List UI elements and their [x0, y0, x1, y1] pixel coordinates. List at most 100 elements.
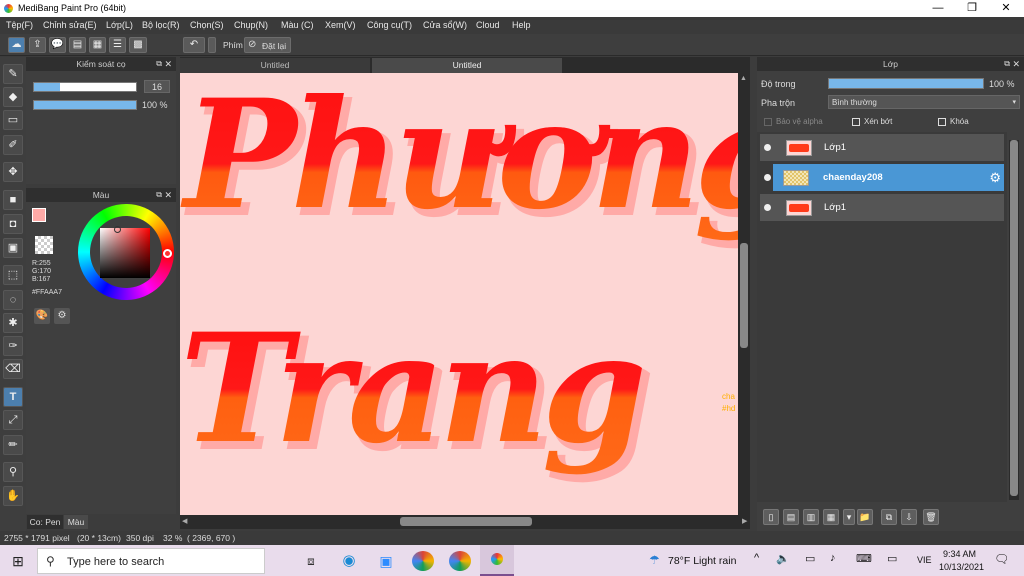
sv-cursor[interactable]	[114, 226, 121, 233]
eyedropper-icon[interactable]: ⚲	[3, 462, 23, 482]
mic-icon[interactable]: ♪	[830, 552, 836, 564]
horizontal-scroll-thumb[interactable]	[400, 517, 532, 526]
popout-icon[interactable]: ⧉	[1004, 57, 1010, 71]
slider-handle[interactable]	[208, 37, 216, 53]
medibang-taskbar-button[interactable]	[480, 545, 514, 576]
menu-color[interactable]: Màu (C)	[281, 20, 314, 30]
weather-icon[interactable]: ☂	[649, 553, 660, 567]
layer-scroll-thumb[interactable]	[1010, 140, 1018, 496]
vertical-scrollbar[interactable]: ▲	[738, 73, 750, 515]
new-1bit-layer-icon[interactable]: ▦	[823, 509, 839, 525]
close-icon[interactable]: ✕	[164, 188, 172, 202]
lock-checkbox[interactable]	[938, 118, 946, 126]
hue-cursor[interactable]	[163, 249, 172, 258]
cloud-icon[interactable]: ☁	[8, 37, 25, 53]
layer-opacity-slider[interactable]	[828, 78, 984, 89]
add-layer-dropdown-icon[interactable]: ▾	[843, 509, 855, 525]
bucket-tool-icon[interactable]: ◘	[3, 214, 23, 234]
zoom-app-icon[interactable]: ▣	[376, 551, 396, 571]
foreground-color-swatch[interactable]	[32, 208, 46, 222]
rectangle-tool-icon[interactable]: ▭	[3, 110, 23, 130]
tab-untitled-2[interactable]: Untitled	[372, 58, 562, 73]
close-icon[interactable]: ✕	[164, 57, 172, 71]
scroll-up-icon[interactable]: ▲	[740, 75, 747, 82]
menu-capture[interactable]: Chụp(N)	[234, 20, 268, 30]
share-icon[interactable]: ⇪	[29, 37, 46, 53]
fill-rect-tool-icon[interactable]: ■	[3, 190, 23, 210]
tab-brush[interactable]: Co: Pen	[27, 515, 63, 529]
brush-size-slider[interactable]	[33, 82, 137, 92]
brush-size-value[interactable]: 16	[144, 80, 170, 93]
eraser-tool-icon[interactable]: ◆	[3, 87, 23, 107]
chevron-up-icon[interactable]: ^	[754, 552, 759, 564]
windows-start-icon[interactable]: ⊞	[8, 551, 28, 571]
dropper-tool-icon[interactable]: ✏	[3, 435, 23, 455]
layer-row[interactable]: Lớp1	[760, 134, 1004, 162]
reset-button[interactable]: ⊘ Đặt lại	[244, 37, 291, 53]
duplicate-layer-icon[interactable]: ⧉	[881, 509, 897, 525]
clipping-checkbox[interactable]	[852, 118, 860, 126]
trash-icon[interactable]: 🗑	[923, 509, 939, 525]
menu-window[interactable]: Cửa sổ(W)	[423, 20, 467, 30]
task-view-icon[interactable]: ⧈	[301, 551, 321, 571]
message-icon[interactable]: ▤	[69, 37, 86, 53]
scroll-left-icon[interactable]: ◀	[182, 517, 187, 525]
operation-tool-icon[interactable]: ⤢	[3, 410, 23, 430]
popout-icon[interactable]: ⧉	[156, 57, 162, 71]
visibility-eye-icon[interactable]	[764, 144, 771, 151]
popout-icon[interactable]: ⧉	[156, 188, 162, 202]
menu-filter[interactable]: Bộ lọc(R)	[142, 20, 180, 30]
horizontal-scrollbar[interactable]: ◀ ▶	[180, 515, 750, 529]
gear-icon[interactable]: ⚙	[989, 170, 1001, 186]
palette-add-icon[interactable]: ⚙	[54, 308, 70, 324]
keyboard-icon[interactable]: ⌨	[856, 552, 872, 565]
layer-scrollbar[interactable]	[1009, 140, 1019, 500]
saturation-value-square[interactable]	[100, 228, 150, 278]
scroll-right-icon[interactable]: ▶	[742, 517, 747, 525]
hand-tool-icon[interactable]: ✋	[3, 486, 23, 506]
tab-untitled-1[interactable]: Untitled	[180, 58, 370, 73]
text-tool-icon[interactable]: T	[3, 387, 23, 407]
merge-layer-icon[interactable]: ⇩	[901, 509, 917, 525]
clock-date[interactable]: 10/13/2021	[939, 562, 984, 572]
gradient-tool-icon[interactable]: ▣	[3, 238, 23, 258]
chrome-icon[interactable]	[449, 551, 471, 571]
menu-layer[interactable]: Lớp(L)	[106, 20, 133, 30]
taskbar-search-box[interactable]: ⚲ Type here to search	[37, 548, 265, 574]
clock-time[interactable]: 9:34 AM	[943, 549, 976, 559]
lasso-icon[interactable]: ◌	[3, 290, 23, 310]
transparent-swatch[interactable]	[35, 236, 53, 254]
protect-alpha-checkbox[interactable]	[764, 118, 772, 126]
vertical-scroll-thumb[interactable]	[740, 243, 748, 348]
menu-view[interactable]: Xem(V)	[325, 20, 356, 30]
layer-row-selected[interactable]: chaenday208 ⚙	[773, 164, 1004, 192]
close-icon[interactable]: ✕	[1012, 57, 1020, 71]
menu-tools[interactable]: Công cụ(T)	[367, 20, 412, 30]
language-indicator[interactable]: VIE	[917, 555, 932, 565]
visibility-eye-icon[interactable]	[764, 174, 771, 181]
weather-text[interactable]: 78°F Light rain	[668, 555, 736, 567]
menu-help[interactable]: Help	[512, 20, 531, 30]
comment-icon[interactable]: 💬	[49, 37, 66, 53]
hue-ring[interactable]	[78, 204, 174, 300]
new-layer-icon[interactable]: ▯	[763, 509, 779, 525]
document-icon[interactable]: ▦	[89, 37, 106, 53]
menu-cloud[interactable]: Cloud	[476, 20, 500, 30]
menu-select[interactable]: Chọn(S)	[190, 20, 224, 30]
palette-icon[interactable]: 🎨	[34, 308, 50, 324]
display-icon[interactable]: ▭	[887, 552, 897, 565]
menu-file[interactable]: Tệp(F)	[6, 20, 33, 30]
undo-icon[interactable]: ↶	[183, 37, 205, 53]
chrome-icon[interactable]	[412, 551, 434, 571]
visibility-eye-icon[interactable]	[764, 204, 771, 211]
brush-opacity-slider[interactable]	[33, 100, 137, 110]
notification-icon[interactable]: 🗨	[994, 552, 1009, 566]
list-icon[interactable]: ☰	[109, 37, 126, 53]
menu-edit[interactable]: Chỉnh sửa(E)	[43, 20, 97, 30]
network-icon[interactable]: ▭	[805, 552, 815, 565]
pen-tool-icon[interactable]: ✐	[3, 135, 23, 155]
select-eraser-icon[interactable]: ⌫	[3, 359, 23, 379]
blend-mode-select[interactable]: Bình thường ▾	[828, 95, 1020, 109]
grid-icon[interactable]: ▩	[129, 37, 147, 53]
new-8bit-layer-icon[interactable]: ▥	[803, 509, 819, 525]
